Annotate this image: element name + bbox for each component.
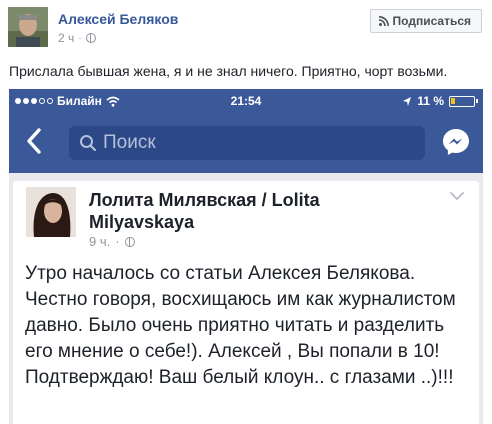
subscribe-button[interactable]: Подписаться <box>369 9 482 33</box>
post-time[interactable]: 2 ч <box>58 31 74 45</box>
battery-percent: 11 % <box>417 94 444 108</box>
battery-icon <box>449 95 478 107</box>
facebook-nav-bar <box>9 113 483 173</box>
post-meta: 2 ч · <box>58 31 96 45</box>
rss-icon <box>378 16 389 26</box>
post-text: Прислала бывшая жена, я и не знал ничего… <box>9 63 448 79</box>
location-arrow-icon <box>403 96 412 106</box>
post-header: Алексей Беляков 2 ч · Подписаться <box>8 7 484 51</box>
post-author-name[interactable]: Алексей Беляков <box>58 11 178 27</box>
search-field[interactable] <box>69 126 425 160</box>
messenger-icon[interactable] <box>441 127 471 157</box>
card-post-text: Утро началось со статьи Алексея Белякова… <box>25 263 456 388</box>
search-icon <box>80 135 97 152</box>
card-time[interactable]: 9 ч. <box>89 234 110 249</box>
author-avatar[interactable] <box>8 7 48 47</box>
globe-icon <box>85 33 96 43</box>
subscribe-label: Подписаться <box>392 14 471 28</box>
battery-group: 11 % <box>402 94 478 108</box>
card-meta-separator: · <box>115 234 120 249</box>
card-author-name[interactable]: Лолита Милявская / Lolita Milyavskaya <box>89 189 419 233</box>
back-chevron-icon[interactable] <box>23 126 47 156</box>
meta-separator: · <box>78 32 82 44</box>
card-globe-icon <box>124 236 135 247</box>
shared-post-card: Лолита Милявская / Lolita Milyavskaya 9 … <box>13 181 479 424</box>
card-author-avatar[interactable] <box>26 187 76 237</box>
search-input[interactable] <box>103 132 403 154</box>
phone-status-bar: Билайн 21:54 11 % <box>9 89 483 113</box>
card-meta: 9 ч. · <box>89 234 135 249</box>
chevron-down-icon[interactable] <box>449 191 465 201</box>
embedded-screenshot[interactable]: Билайн 21:54 11 % Поиск Лолита Милявская… <box>9 89 483 424</box>
